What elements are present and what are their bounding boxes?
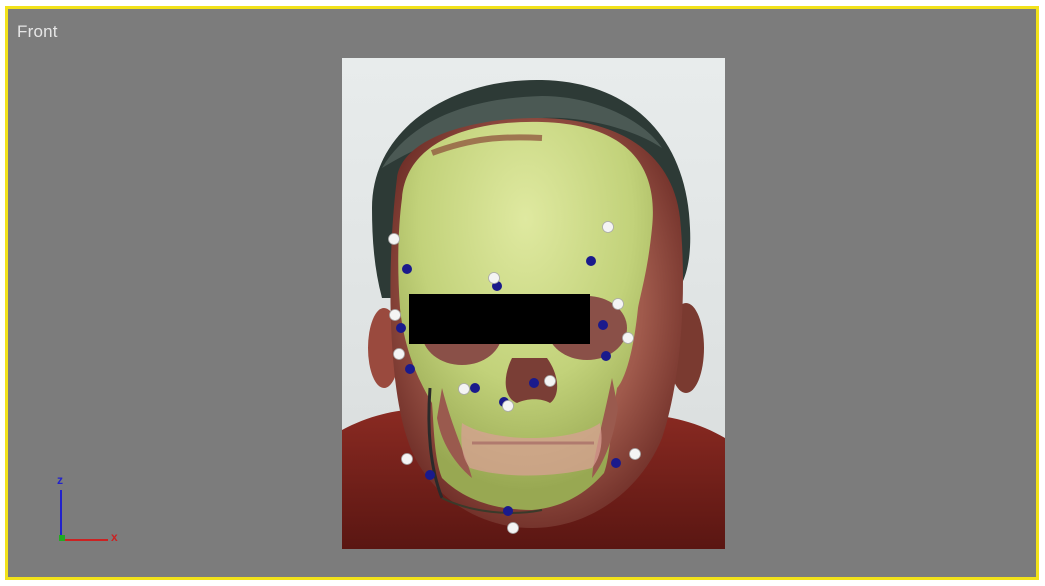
viewport-label[interactable]: Front: [17, 22, 58, 42]
face-skull-overlay: [342, 58, 725, 549]
axis-gizmo-lines: [59, 490, 108, 541]
front-viewport[interactable]: Front z x: [5, 6, 1039, 580]
axis-z-label: z: [57, 473, 63, 487]
axis-x-label: x: [111, 530, 118, 544]
axis-gizmo: z x: [56, 472, 136, 552]
redaction-bar: [409, 294, 590, 344]
scene-image[interactable]: [342, 58, 725, 549]
